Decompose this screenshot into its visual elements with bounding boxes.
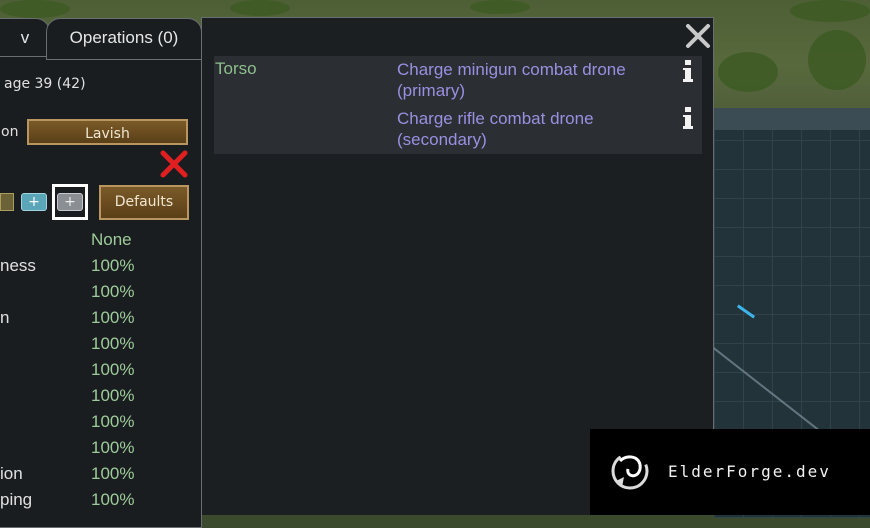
tab-operations[interactable]: Operations (0) bbox=[46, 18, 202, 60]
capacity-value: 100% bbox=[91, 308, 135, 327]
tab-overview-label: v bbox=[20, 28, 30, 47]
implants-table: Torso Charge minigun combat drone (prima… bbox=[214, 56, 702, 154]
capacity-value: 100% bbox=[91, 334, 135, 353]
capacity-value: 100% bbox=[91, 464, 135, 483]
capacity-row: ping 100% bbox=[0, 490, 200, 516]
add-medicine-button[interactable]: + bbox=[21, 193, 47, 211]
capacity-row: ion 100% bbox=[0, 464, 200, 490]
capacity-name: ping bbox=[0, 490, 33, 509]
operation-name: Charge minigun combat drone (primary) bbox=[397, 60, 626, 100]
watermark-text: ElderForge.dev bbox=[668, 462, 831, 481]
capacity-value: 100% bbox=[91, 256, 135, 275]
wall-edge bbox=[714, 108, 870, 130]
add-medicine-selected-button[interactable]: + bbox=[57, 193, 83, 211]
watermark: ElderForge.dev bbox=[590, 429, 870, 515]
tab-operations-label: Operations (0) bbox=[69, 28, 179, 47]
defaults-button[interactable]: Defaults bbox=[99, 185, 189, 220]
capacity-name: ness bbox=[0, 256, 36, 275]
bush bbox=[0, 0, 70, 18]
capacity-value: 100% bbox=[91, 360, 135, 379]
close-icon[interactable] bbox=[684, 22, 712, 50]
capacity-row: 100% bbox=[0, 438, 200, 464]
age-text: age 39 (42) bbox=[4, 76, 86, 92]
capacity-value: 100% bbox=[91, 386, 135, 405]
capacity-name: ion bbox=[0, 464, 23, 483]
tab-overview[interactable]: v bbox=[0, 18, 50, 59]
capacity-value: 100% bbox=[91, 282, 135, 301]
bush bbox=[230, 0, 290, 16]
capacity-row: 100% bbox=[0, 360, 200, 386]
body-part: Torso bbox=[215, 59, 257, 78]
capacity-value: None bbox=[91, 230, 132, 249]
bush bbox=[790, 0, 870, 22]
capacity-row: ness 100% bbox=[0, 256, 200, 282]
bush bbox=[808, 30, 866, 90]
capacity-row: 100% bbox=[0, 386, 200, 412]
capacity-value: 100% bbox=[91, 490, 135, 509]
remove-icon[interactable] bbox=[160, 150, 188, 178]
capacity-value: 100% bbox=[91, 438, 135, 457]
capacity-row: n 100% bbox=[0, 308, 200, 334]
info-icon[interactable] bbox=[680, 59, 696, 83]
food-restriction-button[interactable]: Lavish bbox=[27, 119, 188, 145]
capacity-row: None bbox=[0, 230, 200, 256]
medicine-icon[interactable] bbox=[0, 193, 14, 211]
dragon-logo-icon bbox=[611, 452, 649, 490]
info-icon[interactable] bbox=[680, 106, 696, 130]
bush bbox=[470, 0, 530, 14]
food-restriction-label: on bbox=[1, 124, 19, 140]
operation-name: Charge rifle combat drone (secondary) bbox=[397, 109, 594, 149]
capacity-row: 100% bbox=[0, 282, 200, 308]
capacity-row: 100% bbox=[0, 412, 200, 438]
capacity-value: 100% bbox=[91, 412, 135, 431]
bush bbox=[718, 52, 778, 92]
capacity-name: n bbox=[0, 308, 10, 327]
capacity-row: 100% bbox=[0, 334, 200, 360]
